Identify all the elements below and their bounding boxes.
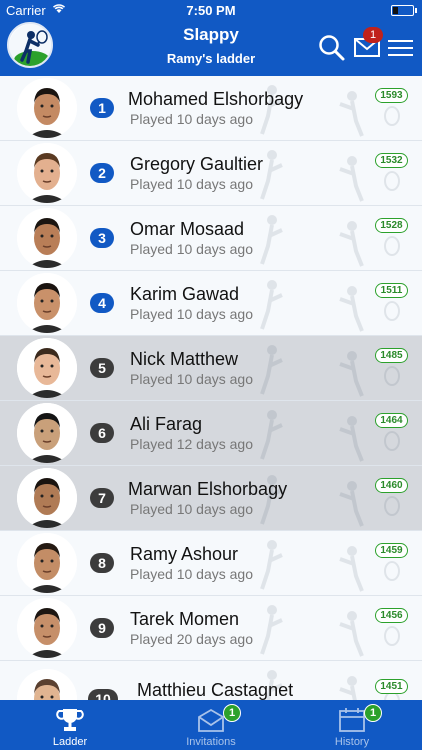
- rank-badge: 9: [90, 618, 114, 638]
- squash-pattern-decoration: [260, 410, 400, 462]
- rank-badge: 1: [90, 98, 114, 118]
- rating-points: 1456: [375, 608, 408, 623]
- tab-invitations-label: Invitations: [186, 736, 236, 748]
- ladder-row[interactable]: 6 Ali Farag Played 12 days ago 1464: [0, 401, 422, 466]
- battery-icon: [391, 5, 414, 16]
- ladder-row[interactable]: 9 Tarek Momen Played 20 days ago 1456: [0, 596, 422, 661]
- rating-points: 1459: [375, 543, 408, 558]
- rating-points: 1593: [375, 88, 408, 103]
- tab-ladder[interactable]: Ladder: [0, 700, 140, 750]
- ladder-row[interactable]: 5 Nick Matthew Played 10 days ago 1485: [0, 336, 422, 401]
- player-name: Marwan Elshorbagy: [128, 479, 288, 499]
- player-name: Ramy Ashour: [130, 544, 239, 564]
- ladder-row[interactable]: 3 Omar Mosaad Played 10 days ago 1528: [0, 206, 422, 271]
- rating-points: 1511: [375, 283, 408, 298]
- rank-badge: 7: [90, 488, 114, 508]
- last-played: Played 20 days ago: [130, 631, 253, 647]
- ladder-list[interactable]: 1 Mohamed Elshorbagy Played 10 days ago 159…: [0, 76, 422, 700]
- player-avatar[interactable]: [17, 208, 77, 268]
- hamburger-menu-icon[interactable]: [388, 38, 414, 58]
- rating-points: 1464: [375, 413, 408, 428]
- squash-pattern-decoration: [260, 215, 400, 267]
- envelope-icon: [198, 708, 224, 732]
- rating-points: 1460: [375, 478, 408, 493]
- last-played: Played 10 days ago: [130, 566, 253, 582]
- rank-badge: 5: [90, 358, 114, 378]
- player-avatar[interactable]: [17, 468, 77, 528]
- squash-pattern-decoration: [260, 605, 400, 657]
- rating-points: 1532: [375, 153, 408, 168]
- player-avatar[interactable]: [17, 669, 77, 700]
- squash-pattern-decoration: [260, 540, 400, 592]
- player-avatar[interactable]: [17, 533, 77, 593]
- last-played: Played 10 days ago: [130, 176, 253, 192]
- tab-history-label: History: [334, 736, 370, 748]
- rank-badge: 4: [90, 293, 114, 313]
- player-name: Mohamed Elshorbagy: [128, 89, 304, 109]
- rating-points: 1451: [375, 679, 408, 694]
- rating-points: 1485: [375, 348, 408, 363]
- messages-badge: 1: [363, 27, 383, 43]
- tab-ladder-label: Ladder: [52, 736, 88, 748]
- last-played: Played 10 days ago: [130, 371, 253, 387]
- nav-bar: Slappy Ramy's ladder 1: [0, 20, 422, 76]
- player-name: Karim Gawad: [130, 284, 240, 304]
- player-avatar[interactable]: [17, 78, 77, 138]
- calendar-icon: [339, 708, 365, 732]
- tab-invitations[interactable]: 1 Invitations: [141, 700, 281, 750]
- history-badge: 1: [364, 704, 382, 722]
- last-played: Played 12 days ago: [130, 436, 253, 452]
- invitations-badge: 1: [223, 704, 241, 722]
- status-bar: Carrier 7:50 PM: [0, 0, 422, 20]
- player-name: Nick Matthew: [130, 349, 239, 369]
- player-avatar[interactable]: [17, 403, 77, 463]
- last-played: Played 10 days ago: [130, 111, 253, 127]
- ladder-row[interactable]: 4 Karim Gawad Played 10 days ago 1511: [0, 271, 422, 336]
- squash-pattern-decoration: [260, 345, 400, 397]
- rank-badge: 8: [90, 553, 114, 573]
- player-name: Omar Mosaad: [130, 219, 245, 239]
- rank-badge: 3: [90, 228, 114, 248]
- squash-pattern-decoration: [260, 150, 400, 202]
- squash-pattern-decoration: [260, 280, 400, 332]
- player-name: Matthieu Castagnet: [137, 680, 294, 700]
- player-avatar[interactable]: [17, 143, 77, 203]
- player-avatar[interactable]: [17, 338, 77, 398]
- tab-history[interactable]: 1 History: [282, 700, 422, 750]
- battery-tip: [415, 8, 417, 13]
- rank-badge: 2: [90, 163, 114, 183]
- last-played: Played 10 days ago: [130, 501, 253, 517]
- rank-badge: 6: [90, 423, 114, 443]
- trophy-icon: [56, 709, 84, 731]
- ladder-row[interactable]: 10 Matthieu Castagnet 1451: [0, 661, 422, 700]
- player-name: Tarek Momen: [130, 609, 240, 629]
- search-icon[interactable]: [318, 34, 346, 62]
- player-avatar[interactable]: [17, 598, 77, 658]
- ladder-row[interactable]: 1 Mohamed Elshorbagy Played 10 days ago 159…: [0, 76, 422, 141]
- ladder-row[interactable]: 2 Gregory Gaultier Played 10 days ago 1532: [0, 141, 422, 206]
- tab-bar: Ladder 1 Invitations 1 History: [0, 700, 422, 750]
- rating-points: 1528: [375, 218, 408, 233]
- player-avatar[interactable]: [17, 273, 77, 333]
- player-name: Gregory Gaultier: [130, 154, 264, 174]
- last-played: Played 10 days ago: [130, 306, 253, 322]
- player-name: Ali Farag: [130, 414, 203, 434]
- last-played: Played 10 days ago: [130, 241, 253, 257]
- clock: 7:50 PM: [186, 3, 236, 18]
- ladder-row[interactable]: 8 Ramy Ashour Played 10 days ago 1459: [0, 531, 422, 596]
- ladder-row[interactable]: 7 Marwan Elshorbagy Played 10 days ago 1460: [0, 466, 422, 531]
- rank-badge: 10: [88, 689, 118, 700]
